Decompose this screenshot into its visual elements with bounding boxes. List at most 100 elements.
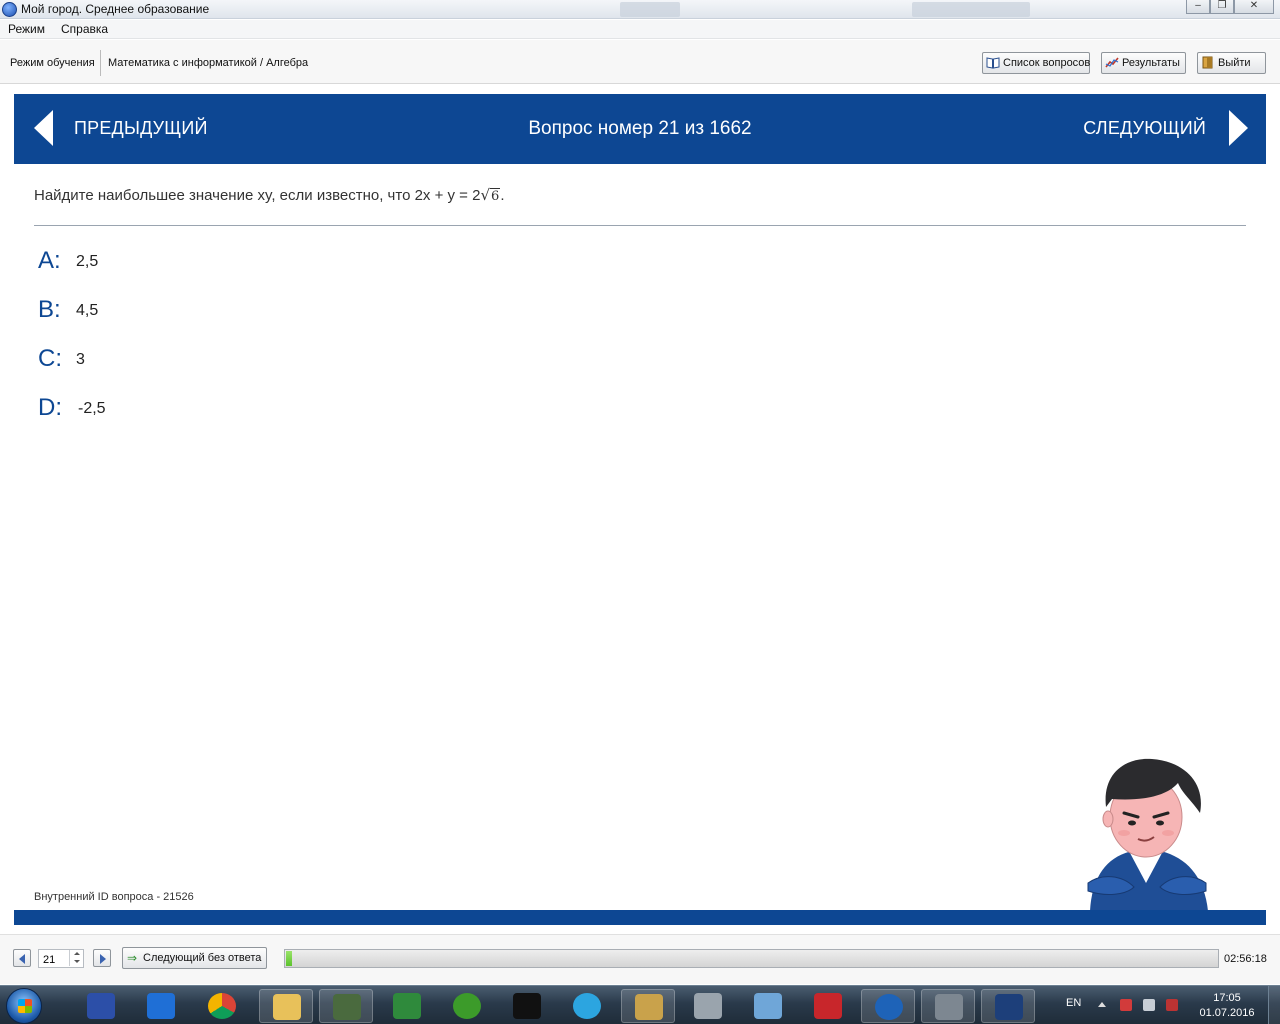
answer-value: 3 <box>76 351 85 368</box>
menu-item-help[interactable]: Справка <box>61 22 108 36</box>
skip-question-label: Следующий без ответа <box>143 952 262 964</box>
exit-button[interactable]: Выйти <box>1197 52 1266 74</box>
taskbar-app-button[interactable] <box>861 989 915 1023</box>
action-center-icon[interactable] <box>1166 999 1178 1011</box>
content-bottom-strip <box>14 910 1266 925</box>
taskbar-app-button[interactable] <box>380 989 434 1023</box>
progress-fill <box>286 951 292 966</box>
cmd-icon <box>513 993 541 1019</box>
right-arrow-icon <box>100 954 106 964</box>
next-arrow-icon[interactable] <box>1229 110 1248 146</box>
d-app-icon <box>147 993 175 1019</box>
graduation-cap-icon <box>995 994 1023 1020</box>
folder-icon <box>273 994 301 1020</box>
winamp-icon <box>635 994 663 1020</box>
book-icon <box>986 57 1000 69</box>
answer-letter: A: <box>38 247 61 274</box>
download-globe-icon <box>393 993 421 1019</box>
internal-question-id: Внутренний ID вопроса - 21526 <box>34 891 194 903</box>
taskbar-app-button[interactable] <box>134 989 188 1023</box>
exit-door-icon <box>1202 56 1213 69</box>
maximize-icon: ❐ <box>1217 0 1227 11</box>
breadcrumb-separator <box>100 50 101 76</box>
save-icon <box>87 993 115 1019</box>
clock-time: 17:05 <box>1213 992 1241 1004</box>
skip-question-button[interactable]: ⇒ Следующий без ответа <box>122 947 267 969</box>
spinner-up-icon[interactable] <box>69 950 83 958</box>
top-app-icon <box>875 994 903 1020</box>
app-logo-icon <box>2 2 17 17</box>
answer-value: -2,5 <box>78 400 106 417</box>
minimize-button[interactable]: – <box>1186 0 1210 14</box>
network-warning-icon[interactable] <box>1120 999 1132 1011</box>
question-text: Найдите наибольшее значение xy, если изв… <box>34 186 504 204</box>
window-title-bar: Мой город. Среднее образование – ❐ ✕ <box>0 0 1280 19</box>
question-end: . <box>500 187 505 204</box>
taskbar-app-button[interactable] <box>560 989 614 1023</box>
question-list-label: Список вопросов <box>1003 57 1091 69</box>
volume-icon[interactable] <box>1143 999 1155 1011</box>
chrome-icon <box>208 993 236 1019</box>
teacher-mascot-illustration <box>1087 758 1208 911</box>
next-question-link[interactable]: СЛЕДУЮЩИЙ <box>1083 118 1206 139</box>
question-list-button[interactable]: Список вопросов <box>982 52 1090 74</box>
square-root-sign: √ <box>480 186 491 204</box>
answer-value: 2,5 <box>76 253 99 270</box>
taskbar-app-button[interactable] <box>681 989 735 1023</box>
spinner-down-icon[interactable] <box>69 958 83 966</box>
start-button[interactable] <box>6 988 42 1024</box>
question-statement: Найдите наибольшее значение xy, если изв… <box>34 187 481 204</box>
book-icon <box>814 993 842 1019</box>
question-divider <box>34 225 1246 226</box>
close-icon: ✕ <box>1249 0 1259 11</box>
taskbar-app-button[interactable] <box>741 989 795 1023</box>
menu-item-mode[interactable]: Режим <box>8 22 45 36</box>
previous-page-button[interactable] <box>13 949 31 967</box>
taskbar-app-button[interactable] <box>319 989 373 1023</box>
chart-icon <box>1105 57 1119 68</box>
taskbar-app-button[interactable] <box>801 989 855 1023</box>
taskbar-app-button[interactable] <box>621 989 675 1023</box>
taskbar-app-button[interactable] <box>74 989 128 1023</box>
results-button[interactable]: Результаты <box>1101 52 1186 74</box>
menu-bar: Режим Справка <box>0 20 1280 39</box>
progress-bar <box>284 949 1219 968</box>
calculator-icon <box>935 994 963 1020</box>
taskbar-app-button[interactable] <box>259 989 313 1023</box>
taskbar-app-button[interactable] <box>981 989 1035 1023</box>
show-desktop-button[interactable] <box>1268 986 1280 1024</box>
breadcrumb-subject: Математика с информатикой / Алгебра <box>108 57 309 69</box>
timer: 02:56:18 <box>1224 953 1267 965</box>
answer-value: 4,5 <box>76 302 99 319</box>
paint-icon <box>754 993 782 1019</box>
taskbar-app-button[interactable] <box>500 989 554 1023</box>
minimize-icon: – <box>1195 0 1201 11</box>
background-window-tab <box>912 2 1030 17</box>
monitor-icon <box>333 994 361 1020</box>
toolbar: Режим обучения Математика с информатикой… <box>0 40 1280 84</box>
results-label: Результаты <box>1122 57 1180 69</box>
camera-icon <box>694 993 722 1019</box>
question-number-input[interactable] <box>39 951 65 969</box>
background-window-tab <box>620 2 680 17</box>
maximize-button[interactable]: ❐ <box>1210 0 1234 14</box>
close-button[interactable]: ✕ <box>1234 0 1274 14</box>
breadcrumb-mode: Режим обучения <box>10 57 95 69</box>
language-indicator[interactable]: EN <box>1066 997 1081 1009</box>
question-counter: Вопрос номер 21 из 1662 <box>528 118 752 139</box>
footer-controls: ⇒ Следующий без ответа 02:56:18 <box>0 934 1280 984</box>
taskbar-app-button[interactable] <box>195 989 249 1023</box>
radicand: 6 <box>490 188 501 204</box>
taskbar-app-button[interactable] <box>921 989 975 1023</box>
next-page-button[interactable] <box>93 949 111 967</box>
taskbar-clock[interactable]: 17:05 01.07.2016 <box>1196 991 1258 1021</box>
tray-expand-icon[interactable] <box>1098 1002 1106 1007</box>
question-number-spinner[interactable] <box>38 949 84 969</box>
answer-letter: B: <box>38 296 61 323</box>
window-title: Мой город. Среднее образование <box>21 2 210 16</box>
green-arrow-icon: ⇒ <box>127 951 138 965</box>
taskbar-app-button[interactable] <box>440 989 494 1023</box>
clock-date: 01.07.2016 <box>1199 1007 1255 1019</box>
telegram-icon <box>573 993 601 1019</box>
question-navigation-header: ПРЕДЫДУЩИЙ Вопрос номер 21 из 1662 СЛЕДУ… <box>14 94 1266 164</box>
